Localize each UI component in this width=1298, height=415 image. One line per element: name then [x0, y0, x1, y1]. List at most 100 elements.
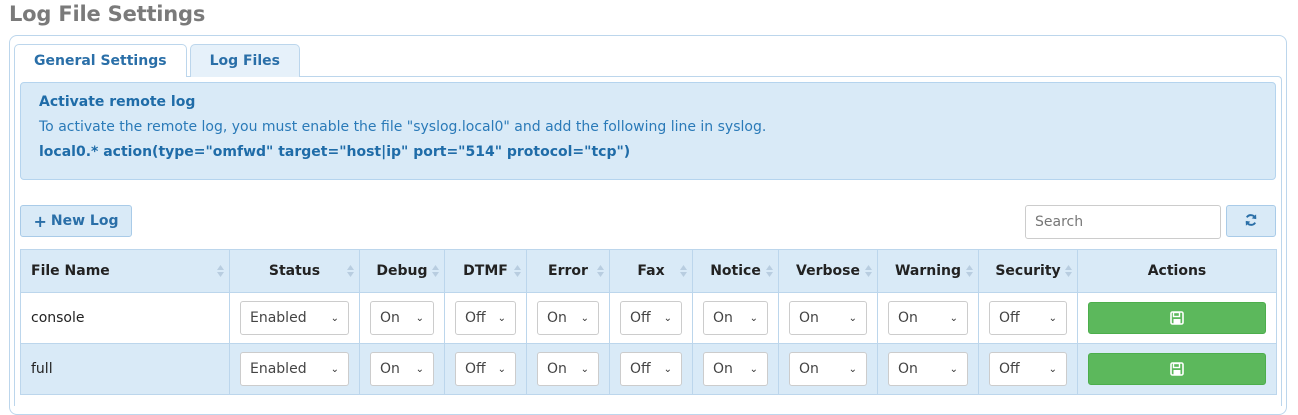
- security-value: Off: [999, 310, 1020, 326]
- dtmf-value: Off: [465, 361, 486, 377]
- error-select[interactable]: On ⌄: [537, 352, 599, 386]
- col-status[interactable]: Status: [229, 249, 360, 293]
- error-value: On: [547, 310, 567, 326]
- chevron-down-icon: ⌄: [580, 312, 589, 324]
- debug-select[interactable]: On ⌄: [370, 352, 434, 386]
- security-select[interactable]: Off ⌄: [989, 301, 1067, 335]
- fax-select[interactable]: Off ⌄: [620, 301, 682, 335]
- page-title: Log File Settings: [9, 2, 206, 26]
- chevron-down-icon: ⌄: [415, 312, 424, 324]
- chevron-down-icon: ⌄: [1048, 312, 1057, 324]
- col-debug[interactable]: Debug: [359, 249, 445, 293]
- chevron-down-icon: ⌄: [497, 363, 506, 375]
- debug-value: On: [380, 310, 400, 326]
- table-row: full Enabled ⌄ On ⌄ Off ⌄ On ⌄ Off ⌄ On ⌄ On ⌄ …: [20, 343, 1277, 395]
- col-security[interactable]: Security: [978, 249, 1078, 293]
- dtmf-select[interactable]: Off ⌄: [455, 352, 516, 386]
- status-select[interactable]: Enabled ⌄: [240, 352, 349, 386]
- chevron-down-icon: ⌄: [848, 363, 857, 375]
- table-row: console Enabled ⌄ On ⌄ Off ⌄ On ⌄ Off ⌄ On ⌄ O…: [20, 292, 1277, 344]
- tab-general-settings[interactable]: General Settings: [14, 44, 187, 77]
- chevron-down-icon: ⌄: [330, 312, 339, 324]
- col-notice[interactable]: Notice: [692, 249, 779, 293]
- dtmf-select[interactable]: Off ⌄: [455, 301, 516, 335]
- plus-icon: +: [33, 211, 47, 231]
- col-verbose[interactable]: Verbose: [778, 249, 878, 293]
- chevron-down-icon: ⌄: [663, 312, 672, 324]
- col-error[interactable]: Error: [526, 249, 610, 293]
- verbose-select[interactable]: On ⌄: [789, 352, 867, 386]
- col-dtmf-label: DTMF: [463, 263, 508, 279]
- fax-select[interactable]: Off ⌄: [620, 352, 682, 386]
- col-security-label: Security: [995, 263, 1061, 279]
- col-debug-label: Debug: [376, 263, 428, 279]
- tab-bar: General Settings Log Files: [14, 44, 300, 77]
- col-actions: Actions: [1077, 249, 1277, 293]
- warning-value: On: [898, 361, 918, 377]
- remote-log-alert: Activate remote log To activate the remo…: [20, 82, 1276, 180]
- notice-value: On: [713, 310, 733, 326]
- refresh-button[interactable]: [1226, 205, 1276, 237]
- sort-icon: [432, 265, 439, 277]
- col-file-name[interactable]: File Name: [20, 249, 230, 293]
- new-log-button[interactable]: + New Log: [20, 205, 132, 237]
- fax-value: Off: [630, 361, 651, 377]
- sort-icon: [966, 265, 973, 277]
- verbose-select[interactable]: On ⌄: [789, 301, 867, 335]
- save-icon: [1170, 362, 1184, 376]
- col-warning-label: Warning: [894, 263, 962, 279]
- sort-icon: [865, 265, 872, 277]
- sort-icon: [1065, 265, 1072, 277]
- alert-title: Activate remote log: [39, 94, 196, 110]
- col-error-label: Error: [548, 263, 588, 279]
- sort-icon: [347, 265, 354, 277]
- chevron-down-icon: ⌄: [949, 363, 958, 375]
- alert-text: To activate the remote log, you must ena…: [39, 119, 767, 135]
- sort-icon: [766, 265, 773, 277]
- search-input[interactable]: [1025, 205, 1221, 239]
- notice-select[interactable]: On ⌄: [703, 352, 768, 386]
- col-status-label: Status: [268, 263, 321, 279]
- col-verbose-label: Verbose: [796, 263, 860, 279]
- warning-select[interactable]: On ⌄: [888, 301, 968, 335]
- debug-select[interactable]: On ⌄: [370, 301, 434, 335]
- fax-value: Off: [630, 310, 651, 326]
- security-value: Off: [999, 361, 1020, 377]
- warning-value: On: [898, 310, 918, 326]
- col-file-name-label: File Name: [31, 263, 110, 279]
- sort-icon: [597, 265, 604, 277]
- sort-icon: [217, 265, 224, 277]
- verbose-value: On: [799, 310, 819, 326]
- table-header-row: File Name Status Debug DTMF Error Fax No…: [20, 249, 1277, 293]
- security-select[interactable]: Off ⌄: [989, 352, 1067, 386]
- sort-icon: [680, 265, 687, 277]
- col-warning[interactable]: Warning: [877, 249, 979, 293]
- col-dtmf[interactable]: DTMF: [444, 249, 527, 293]
- new-log-label: New Log: [50, 213, 119, 229]
- warning-select[interactable]: On ⌄: [888, 352, 968, 386]
- alert-code: local0.* action(type="omfwd" target="hos…: [39, 144, 631, 160]
- save-button[interactable]: [1088, 353, 1266, 385]
- chevron-down-icon: ⌄: [497, 312, 506, 324]
- notice-select[interactable]: On ⌄: [703, 301, 768, 335]
- chevron-down-icon: ⌄: [749, 312, 758, 324]
- tab-log-files[interactable]: Log Files: [189, 44, 300, 77]
- debug-value: On: [380, 361, 400, 377]
- chevron-down-icon: ⌄: [749, 363, 758, 375]
- chevron-down-icon: ⌄: [663, 363, 672, 375]
- file-name-cell: full: [20, 343, 230, 395]
- status-value: Enabled: [250, 310, 307, 326]
- col-notice-label: Notice: [710, 263, 761, 279]
- notice-value: On: [713, 361, 733, 377]
- save-icon: [1170, 311, 1184, 325]
- error-select[interactable]: On ⌄: [537, 301, 599, 335]
- col-fax[interactable]: Fax: [609, 249, 693, 293]
- chevron-down-icon: ⌄: [1048, 363, 1057, 375]
- file-name-cell: console: [20, 292, 230, 344]
- refresh-icon: [1244, 212, 1258, 231]
- status-select[interactable]: Enabled ⌄: [240, 301, 349, 335]
- dtmf-value: Off: [465, 310, 486, 326]
- sort-icon: [514, 265, 521, 277]
- save-button[interactable]: [1088, 302, 1266, 334]
- chevron-down-icon: ⌄: [848, 312, 857, 324]
